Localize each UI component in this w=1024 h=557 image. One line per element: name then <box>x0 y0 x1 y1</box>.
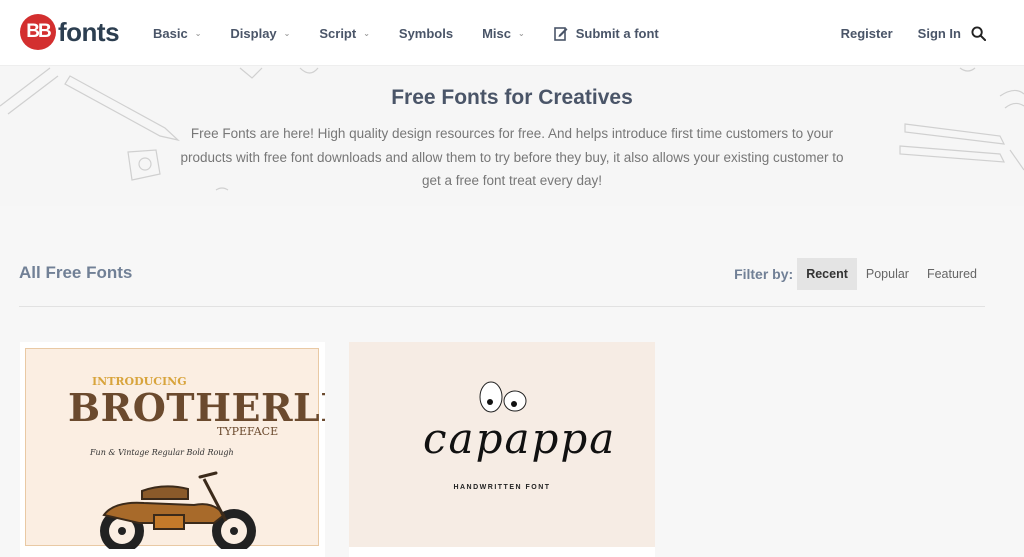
preview-tags: Fun & Vintage Regular Bold Rough <box>90 448 234 457</box>
filter-popular[interactable]: Popular <box>857 258 918 290</box>
font-preview-image[interactable]: INTRODUCING BROTHERLEY TYPEFACE Fun & Vi… <box>25 348 325 549</box>
main-nav: Basic ⌄ Display ⌄ Script ⌄ Symbols Misc … <box>153 0 688 66</box>
edit-icon <box>553 26 568 41</box>
site-logo[interactable]: BB fonts <box>20 14 120 50</box>
nav-misc[interactable]: Misc ⌄ <box>482 26 525 41</box>
nav-display[interactable]: Display ⌄ <box>230 26 290 41</box>
filter-bar: Filter by: Recent Popular Featured <box>734 258 986 290</box>
nav-basic-label: Basic <box>153 25 188 41</box>
preview-subtitle: TYPEFACE <box>217 425 279 438</box>
account-nav: Register Sign In <box>841 0 986 66</box>
nav-display-label: Display <box>230 25 277 41</box>
font-card-capappa[interactable]: capappa HANDWRITTEN FONT <box>349 342 655 557</box>
nav-misc-label: Misc <box>482 25 511 41</box>
register-link[interactable]: Register <box>841 26 893 41</box>
section-divider <box>19 306 985 307</box>
section-title: All Free Fonts <box>19 263 133 282</box>
nav-symbols-label: Symbols <box>398 25 454 41</box>
font-preview-image[interactable]: capappa HANDWRITTEN FONT <box>349 342 655 547</box>
nav-submit-font-label: Submit a font <box>575 25 659 41</box>
nav-script-label: Script <box>319 25 357 41</box>
filter-label: Filter by: <box>734 266 794 282</box>
chevron-down-icon: ⌄ <box>363 28 370 38</box>
hero-description: Free Fonts are here! High quality design… <box>180 126 844 188</box>
nav-script[interactable]: Script ⌄ <box>319 26 370 41</box>
chevron-down-icon: ⌄ <box>518 28 525 38</box>
logo-badge: BB <box>20 14 56 50</box>
preview-subtitle: HANDWRITTEN FONT <box>453 484 551 491</box>
nav-submit-font[interactable]: Submit a font <box>553 25 659 41</box>
site-header: BB fonts Basic ⌄ Display ⌄ Script ⌄ Symb… <box>0 0 1024 66</box>
chevron-down-icon: ⌄ <box>283 28 291 38</box>
preview-font-name: BROTHERLEY <box>68 385 325 430</box>
hero-title: Free Fonts for Creatives <box>391 86 633 109</box>
filter-recent[interactable]: Recent <box>797 258 857 290</box>
logo-text: fonts <box>58 16 120 47</box>
chevron-down-icon: ⌄ <box>194 28 202 38</box>
motorcycle-illustration <box>100 471 256 549</box>
sign-in-link[interactable]: Sign In <box>918 26 961 41</box>
hero-section: Free Fonts for Creatives Free Fonts are … <box>0 66 1024 206</box>
preview-font-name: capappa <box>423 414 617 463</box>
filter-featured[interactable]: Featured <box>918 258 986 290</box>
font-card-brotherley[interactable]: INTRODUCING BROTHERLEY TYPEFACE Fun & Vi… <box>20 342 325 557</box>
nav-basic[interactable]: Basic ⌄ <box>153 26 201 41</box>
search-icon[interactable] <box>971 25 986 41</box>
nav-symbols[interactable]: Symbols <box>399 26 453 41</box>
eyes-illustration <box>479 381 527 413</box>
